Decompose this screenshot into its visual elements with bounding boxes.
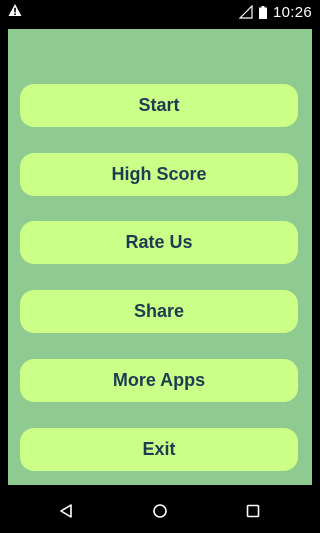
home-icon	[153, 504, 167, 518]
back-icon	[60, 504, 72, 518]
warning-icon	[8, 4, 22, 16]
main-menu-panel: Start High Score Rate Us Share More Apps…	[8, 29, 312, 485]
more-apps-button[interactable]: More Apps	[20, 359, 298, 402]
home-button[interactable]	[149, 500, 171, 522]
start-button[interactable]: Start	[20, 84, 298, 127]
recents-button[interactable]	[242, 500, 264, 522]
share-button[interactable]: Share	[20, 290, 298, 333]
status-icons: 10:26	[238, 0, 312, 24]
back-button[interactable]	[55, 500, 77, 522]
rate-us-button[interactable]: Rate Us	[20, 221, 298, 264]
recents-icon	[246, 504, 260, 518]
exit-button[interactable]: Exit	[20, 428, 298, 471]
high-score-button[interactable]: High Score	[20, 153, 298, 196]
status-clock: 10:26	[272, 3, 312, 21]
battery-icon	[258, 5, 267, 19]
navigation-bar	[0, 489, 320, 533]
status-bar: 10:26	[0, 0, 320, 24]
signal-icon	[238, 5, 253, 19]
